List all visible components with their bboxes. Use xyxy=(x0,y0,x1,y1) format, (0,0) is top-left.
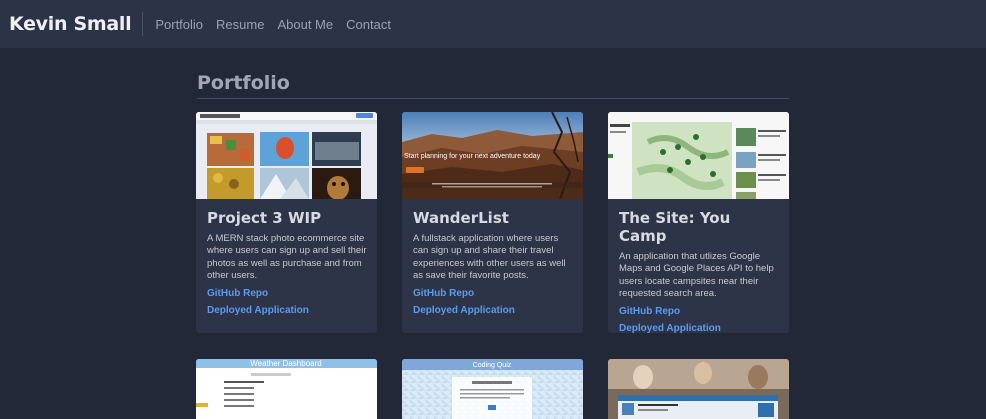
project-card-3: The Site: You Camp An application that u… xyxy=(608,112,789,333)
project-card-5[interactable]: Coding Quiz xyxy=(402,359,583,419)
project-card-4[interactable]: Weather Dashboard xyxy=(196,359,377,419)
project-card-1: Project 3 WIP A MERN stack photo ecommer… xyxy=(196,112,377,333)
nav-link-contact[interactable]: Contact xyxy=(346,17,391,32)
project-3-screenshot[interactable] xyxy=(608,112,789,199)
project-1-title: Project 3 WIP xyxy=(207,209,322,227)
project-1-deployed-link[interactable]: Deployed Application xyxy=(207,305,367,316)
project-2-deployed-link[interactable]: Deployed Application xyxy=(413,305,573,316)
project-3-description: An application that utlizes Google Maps … xyxy=(619,251,774,299)
project-card-2: Start planning for your next adventure t… xyxy=(402,112,583,333)
project-1-github-link[interactable]: GitHub Repo xyxy=(207,288,367,299)
nav-link-about-me[interactable]: About Me xyxy=(277,17,333,32)
brand-logo[interactable]: Kevin Small xyxy=(9,12,144,36)
section-title: Portfolio xyxy=(197,72,290,94)
project-1-screenshot[interactable] xyxy=(196,112,377,199)
project-2-thumb-headline: Start planning for your next adventure t… xyxy=(404,153,541,160)
nav-link-portfolio[interactable]: Portfolio xyxy=(155,17,203,32)
section-divider xyxy=(197,98,789,99)
project-4-thumb-label: Weather Dashboard xyxy=(250,359,321,368)
navbar: Kevin Small Portfolio Resume About Me Co… xyxy=(0,0,986,48)
project-2-title: WanderList xyxy=(413,209,509,227)
project-3-github-link[interactable]: GitHub Repo xyxy=(619,306,779,317)
project-3-title: The Site: You Camp xyxy=(619,209,731,245)
project-3-deployed-link[interactable]: Deployed Application xyxy=(619,323,779,333)
project-1-description: A MERN stack photo ecommerce site where … xyxy=(207,233,367,281)
project-2-screenshot[interactable]: Start planning for your next adventure t… xyxy=(402,112,583,199)
nav-link-resume[interactable]: Resume xyxy=(216,17,264,32)
project-2-description: A fullstack application where users can … xyxy=(413,233,566,281)
project-2-github-link[interactable]: GitHub Repo xyxy=(413,288,573,299)
project-5-thumb-label: Coding Quiz xyxy=(473,362,512,369)
project-card-6[interactable] xyxy=(608,359,789,419)
